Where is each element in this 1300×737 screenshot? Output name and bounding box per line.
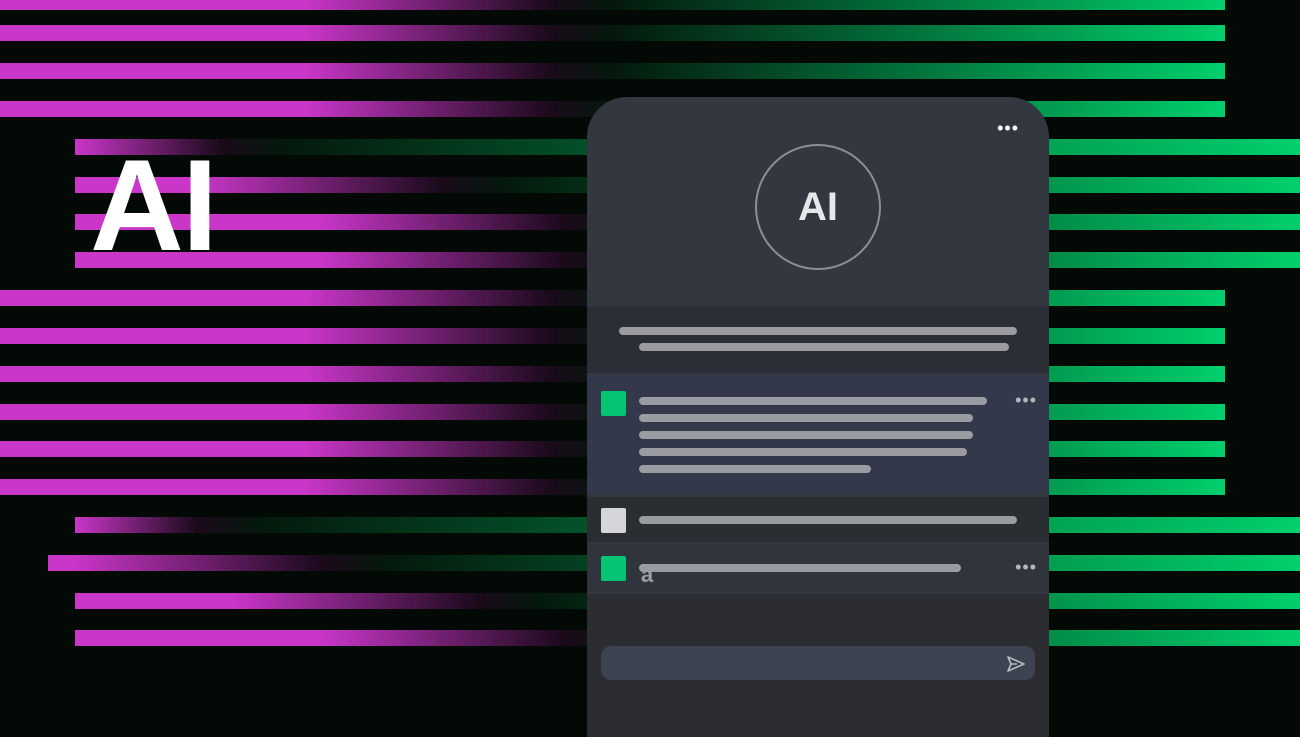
message-text-line: [639, 516, 1017, 524]
user-message-indicator: [601, 508, 626, 533]
more-options-icon[interactable]: •••: [997, 119, 1019, 137]
message-text-line: [639, 564, 961, 572]
background-stripe: [0, 63, 1225, 79]
ai-avatar: AI: [755, 144, 881, 270]
message-text-line: [639, 414, 973, 422]
typing-glyph: a: [641, 562, 654, 587]
ai-message-indicator: [601, 556, 626, 581]
message-options-icon[interactable]: •••: [1015, 558, 1037, 576]
message-row[interactable]: [587, 307, 1049, 373]
message-text-line: [639, 431, 973, 439]
ai-message-indicator: [601, 391, 626, 416]
message-input-box[interactable]: [601, 646, 1035, 680]
hero-ai-title: AI: [90, 132, 218, 278]
background-stripe: [0, 0, 1225, 10]
message-text-line: [639, 448, 967, 456]
message-row[interactable]: •••: [587, 375, 1049, 493]
message-row[interactable]: [587, 497, 1049, 542]
message-text-line: [639, 465, 871, 473]
avatar-label: AI: [798, 184, 838, 229]
message-text-line: [639, 397, 987, 405]
chat-app-window: ••• AI ••• a •••: [587, 97, 1049, 737]
background-stripe: [0, 25, 1225, 41]
send-icon[interactable]: [1006, 654, 1026, 674]
message-options-icon[interactable]: •••: [1015, 391, 1037, 409]
message-text-line: [639, 343, 1009, 351]
message-row[interactable]: a •••: [587, 544, 1049, 592]
message-input[interactable]: [613, 652, 997, 676]
message-text-line: [619, 327, 1017, 335]
